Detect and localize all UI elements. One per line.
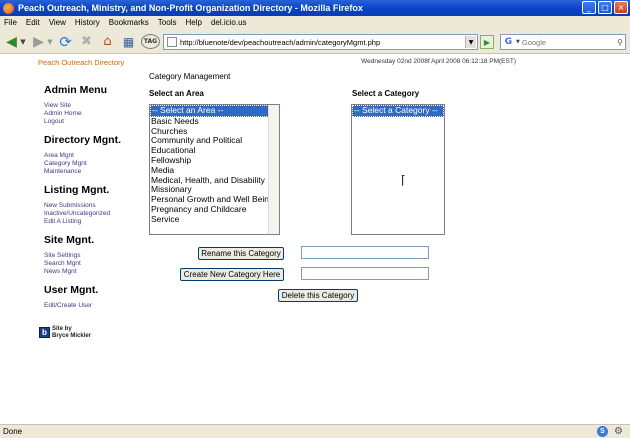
sidebar-heading-listing-mgnt: Listing Mgnt. [44,184,110,196]
page-content: Peach Outreach Directory Wednesday 02nd … [0,54,630,424]
window-controls: _ □ × [582,1,628,14]
status-bar: Done S ⚙ [0,424,630,438]
sidebar-heading-admin-menu: Admin Menu [44,84,107,96]
menu-edit[interactable]: Edit [26,18,40,27]
menu-file[interactable]: File [4,18,17,27]
menu-delicious[interactable]: del.icio.us [211,18,247,27]
sidebar-link-edit-create-user[interactable]: Edit/Create User [44,302,134,310]
sidebar-heading-user-mgnt: User Mgnt. [44,284,99,296]
sidebar-link-area-mgnt[interactable]: Area Mgnt [44,152,134,160]
category-label: Select a Category [352,89,420,98]
sidebar-links-admin-menu: View Site Admin Home Logout [44,102,134,126]
credit-text: Site by Bryce Mickler [52,326,91,339]
area-list-scrollbar[interactable] [268,105,279,234]
text-cursor-icon: ⌈ [401,173,406,187]
sidebar-link-new-submissions[interactable]: New Submissions [44,202,134,210]
status-gear-icon[interactable]: ⚙ [613,426,624,437]
area-listbox[interactable]: -- Select an Area -- Basic Needs Churche… [149,104,280,235]
menu-bookmarks[interactable]: Bookmarks [109,18,149,27]
tag-icon[interactable]: TAG [141,34,160,49]
address-bar[interactable]: ▼ [163,34,478,50]
admin-sidebar: Admin Menu View Site Admin Home Logout D… [44,84,134,318]
area-option[interactable]: Service [150,214,279,225]
minimize-button[interactable]: _ [582,1,596,14]
sidebar-links-user-mgnt: Edit/Create User [44,302,134,310]
url-input[interactable] [180,37,470,47]
create-category-input[interactable] [301,267,429,280]
sidebar-link-inactive-uncategorized[interactable]: Inactive/Uncategorized [44,210,134,218]
status-text: Done [3,427,23,436]
google-icon[interactable]: G [503,37,514,48]
sidebar-link-news-mgnt[interactable]: News Mgnt [44,268,134,276]
rename-category-input[interactable] [301,246,429,259]
sidebar-link-logout[interactable]: Logout [44,118,134,126]
menu-tools[interactable]: Tools [158,18,177,27]
navigation-toolbar: ◀ ▼ ▶ ▼ ⟳ ✖ ⌂ ▦ TAG ▼ ▶ G ▼ ⚲ [0,29,630,54]
menu-history[interactable]: History [75,18,100,27]
rename-category-button[interactable]: Rename this Category [198,247,284,260]
back-dropdown-icon[interactable]: ▼ [19,33,27,50]
current-datetime: Wednesday 02nd 2008f April 2008 06:12:18… [361,58,516,65]
sidebar-link-admin-home[interactable]: Admin Home [44,110,134,118]
delete-category-button[interactable]: Delete this Category [278,289,358,302]
category-listbox[interactable]: -- Select a Category -- [351,104,445,235]
search-bar[interactable]: G ▼ ⚲ [500,34,626,50]
sidebar-link-search-mgnt[interactable]: Search Mgnt [44,260,134,268]
stop-icon[interactable]: ✖ [78,33,95,50]
go-arrow-icon[interactable]: ▶ [480,35,494,49]
window-title-bar: Peach Outreach, Ministry, and Non-Profit… [0,0,630,16]
back-arrow-icon[interactable]: ◀ [3,33,20,50]
maximize-button[interactable]: □ [598,1,612,14]
home-icon[interactable]: ⌂ [99,33,116,50]
bryce-logo-icon: b [39,327,50,338]
site-name: Peach Outreach Directory [38,58,125,67]
menu-bar: File Edit View History Bookmarks Tools H… [0,16,630,29]
sidebar-link-category-mgnt[interactable]: Category Mgnt [44,160,134,168]
sidebar-links-listing-mgnt: New Submissions Inactive/Uncategorized E… [44,202,134,226]
area-label: Select an Area [149,89,204,98]
sidebar-heading-directory-mgnt: Directory Mgnt. [44,134,122,146]
page-title: Category Management [149,72,231,81]
menu-view[interactable]: View [49,18,66,27]
search-magnifier-icon[interactable]: ⚲ [617,38,623,47]
sidebar-link-site-settings[interactable]: Site Settings [44,252,134,260]
site-credit[interactable]: b Site by Bryce Mickler [39,326,91,339]
search-engine-dropdown-icon[interactable]: ▼ [516,39,520,45]
forward-arrow-icon[interactable]: ▶ [30,33,47,50]
sidebar-links-directory-mgnt: Area Mgnt Category Mgnt Maintenance [44,152,134,176]
status-s-icon[interactable]: S [597,426,608,437]
bookmarks-tile-icon[interactable]: ▦ [120,33,137,50]
category-option-placeholder[interactable]: -- Select a Category -- [352,105,444,117]
sidebar-links-site-mgnt: Site Settings Search Mgnt News Mgnt [44,252,134,276]
credit-line-2: Bryce Mickler [52,332,92,339]
sidebar-link-view-site[interactable]: View Site [44,102,134,110]
forward-dropdown-icon[interactable]: ▼ [46,33,54,50]
sidebar-link-maintenance[interactable]: Maintenance [44,168,134,176]
search-input[interactable] [521,37,612,47]
reload-icon[interactable]: ⟳ [57,33,74,51]
sidebar-heading-site-mgnt: Site Mgnt. [44,234,95,246]
firefox-icon [3,2,14,14]
create-category-button[interactable]: Create New Category Here [180,268,284,281]
credit-line-1: Site by [52,326,72,332]
sidebar-link-edit-listing[interactable]: Edit A Listing [44,218,134,226]
url-dropdown-icon[interactable]: ▼ [465,36,476,48]
close-button[interactable]: × [614,1,628,14]
window-title: Peach Outreach, Ministry, and Non-Profit… [18,3,363,13]
page-icon [167,37,177,47]
menu-help[interactable]: Help [185,18,201,27]
